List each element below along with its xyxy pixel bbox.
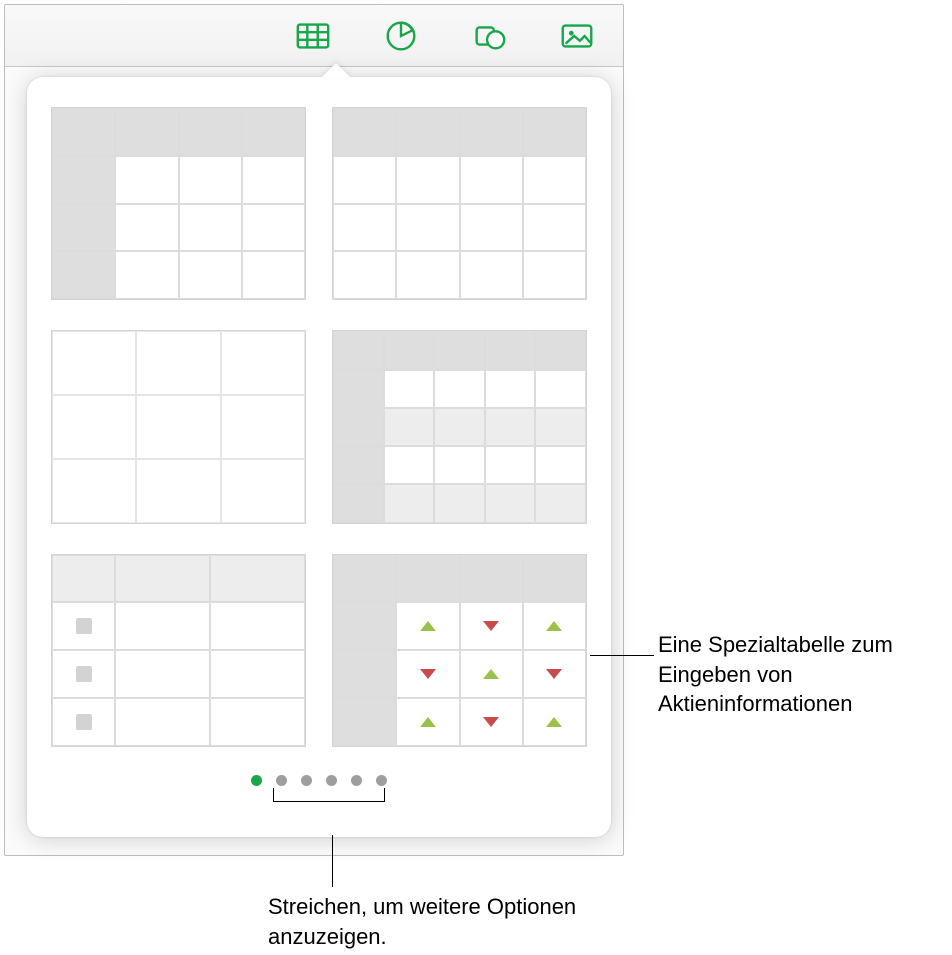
up-arrow-icon [420, 717, 436, 727]
shapes-icon [470, 17, 508, 55]
pie-chart-icon [382, 17, 420, 55]
toolbar [5, 5, 623, 67]
page-indicator[interactable] [51, 775, 587, 786]
table-template-header-row[interactable] [332, 107, 587, 300]
checkbox-icon [76, 666, 92, 682]
checkbox-icon [76, 714, 92, 730]
down-arrow-icon [546, 669, 562, 679]
table-template-header-row-col[interactable] [51, 107, 306, 300]
down-arrow-icon [483, 621, 499, 631]
shape-tool-button[interactable] [467, 14, 511, 58]
table-icon [294, 17, 332, 55]
image-icon [558, 17, 596, 55]
up-arrow-icon [546, 621, 562, 631]
page-dot[interactable] [351, 775, 362, 786]
callout-leader-line [590, 655, 654, 656]
up-arrow-icon [483, 669, 499, 679]
callout-bracket [273, 788, 385, 802]
down-arrow-icon [483, 717, 499, 727]
up-arrow-icon [546, 717, 562, 727]
page-dot[interactable] [376, 775, 387, 786]
page-dot-active[interactable] [251, 775, 262, 786]
up-arrow-icon [420, 621, 436, 631]
table-template-plain[interactable] [51, 330, 306, 523]
callout-stock-table: Eine Spezialtabelle zum Eingeben von Akt… [658, 630, 948, 719]
callout-swipe-hint: Streichen, um weitere Optionen anzuzeige… [268, 892, 628, 951]
table-styles-popover [27, 77, 611, 837]
page-dot[interactable] [326, 775, 337, 786]
table-template-stock[interactable] [332, 554, 587, 747]
down-arrow-icon [420, 669, 436, 679]
callout-leader-line [332, 835, 333, 887]
media-tool-button[interactable] [555, 14, 599, 58]
chart-tool-button[interactable] [379, 14, 423, 58]
table-template-checklist[interactable] [51, 554, 306, 747]
page-dot[interactable] [301, 775, 312, 786]
table-tool-button[interactable] [291, 14, 335, 58]
checkbox-icon [76, 618, 92, 634]
app-frame [4, 4, 624, 856]
table-templates-grid [51, 107, 587, 747]
table-template-banded[interactable] [332, 330, 587, 523]
page-dot[interactable] [276, 775, 287, 786]
